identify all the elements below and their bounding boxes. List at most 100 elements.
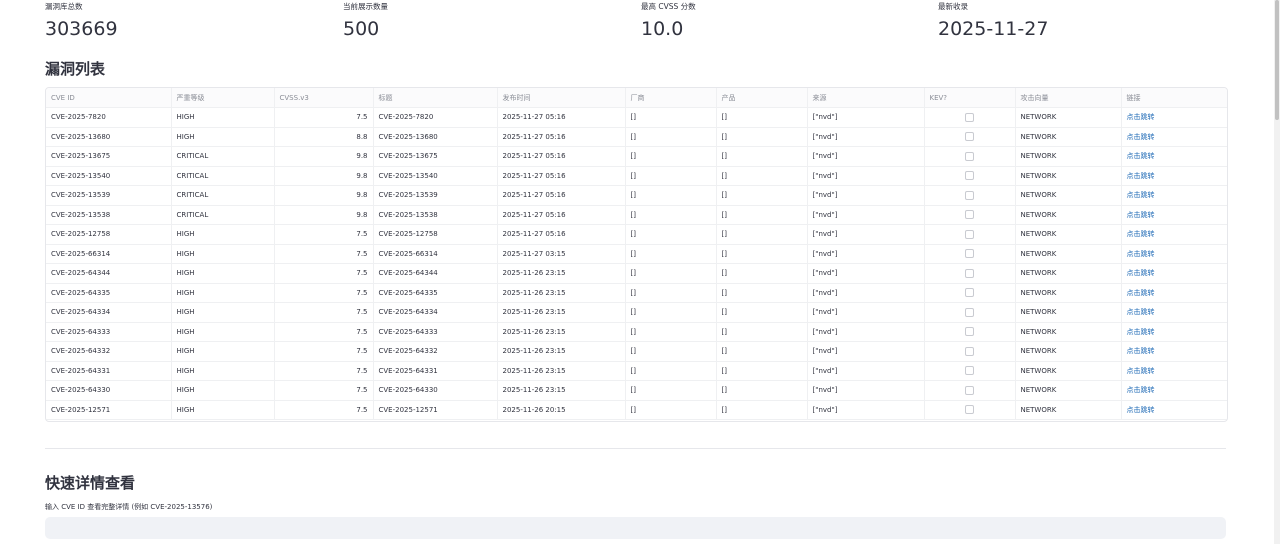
kev-checkbox[interactable] <box>965 366 974 376</box>
cell-product: [] <box>716 283 808 303</box>
table-row[interactable]: CVE-2025-13675 CRITICAL 9.8 CVE-2025-13675 2… <box>46 146 1227 167</box>
cell-cvss: 9.8 <box>274 185 374 206</box>
kev-checkbox[interactable] <box>965 385 974 395</box>
col-header-cvss[interactable]: CVSS.v3 <box>274 88 374 108</box>
cell-cve-id: CVE-2025-13538 <box>46 205 172 225</box>
cell-vector: NETWORK <box>1015 322 1122 342</box>
kev-checkbox[interactable] <box>965 288 974 298</box>
detail-link[interactable]: 点击跳转 <box>1127 230 1155 238</box>
kev-checkbox[interactable] <box>965 190 974 200</box>
detail-link[interactable]: 点击跳转 <box>1127 250 1155 258</box>
cell-vendor: [] <box>625 185 717 206</box>
cell-link: 点击跳转 <box>1121 400 1227 420</box>
table-row[interactable]: CVE-2025-7820 HIGH 7.5 CVE-2025-7820 2025-11… <box>46 107 1227 128</box>
cell-source: ["nvd"] <box>807 400 925 420</box>
cell-link: 点击跳转 <box>1121 205 1227 225</box>
col-header-published[interactable]: 发布时间 <box>497 88 626 108</box>
kev-checkbox[interactable] <box>965 112 974 122</box>
detail-link[interactable]: 点击跳转 <box>1127 347 1155 355</box>
col-header-product[interactable]: 产品 <box>716 88 808 108</box>
table-row[interactable]: CVE-2025-64335 HIGH 7.5 CVE-2025-64335 2025-… <box>46 283 1227 303</box>
table-row[interactable]: CVE-2025-64331 HIGH 7.5 CVE-2025-64331 2025-… <box>46 361 1227 381</box>
detail-link[interactable]: 点击跳转 <box>1127 172 1155 180</box>
col-header-severity[interactable]: 严重等级 <box>171 88 275 108</box>
page-scrollbar[interactable] <box>1274 0 1280 544</box>
col-header-link[interactable]: 链接 <box>1121 88 1227 108</box>
detail-link[interactable]: 点击跳转 <box>1127 269 1155 277</box>
kev-checkbox[interactable] <box>965 132 974 142</box>
cell-source: ["nvd"] <box>807 107 925 128</box>
cell-link: 点击跳转 <box>1121 127 1227 147</box>
table-row[interactable]: CVE-2025-64330 HIGH 7.5 CVE-2025-64330 2025-… <box>46 380 1227 401</box>
detail-link[interactable]: 点击跳转 <box>1127 328 1155 336</box>
table-row[interactable]: CVE-2025-13539 CRITICAL 9.8 CVE-2025-13539 2… <box>46 185 1227 206</box>
detail-link[interactable]: 点击跳转 <box>1127 367 1155 375</box>
cell-product: [] <box>716 361 808 381</box>
detail-link[interactable]: 点击跳转 <box>1127 211 1155 219</box>
scrollbar-thumb[interactable] <box>1275 0 1279 120</box>
detail-link[interactable]: 点击跳转 <box>1127 308 1155 316</box>
quick-detail-title: 快速详情查看 <box>45 474 136 492</box>
col-header-vendor[interactable]: 厂商 <box>625 88 717 108</box>
cell-cve-id: CVE-2025-13539 <box>46 185 172 206</box>
table-row[interactable]: CVE-2025-13540 CRITICAL 9.8 CVE-2025-13540 2… <box>46 166 1227 186</box>
detail-link[interactable]: 点击跳转 <box>1127 133 1155 141</box>
kev-checkbox[interactable] <box>965 405 974 415</box>
cell-cve-id: CVE-2025-7820 <box>46 107 172 128</box>
cell-kev <box>924 302 1016 323</box>
col-header-vector[interactable]: 攻击向量 <box>1015 88 1122 108</box>
kev-checkbox[interactable] <box>965 307 974 317</box>
detail-link[interactable]: 点击跳转 <box>1127 406 1155 414</box>
table-row[interactable]: CVE-2025-12758 HIGH 7.5 CVE-2025-12758 2025-… <box>46 224 1227 245</box>
table-row[interactable]: CVE-2025-12571 HIGH 7.5 CVE-2025-12571 2025-… <box>46 400 1227 420</box>
table-row[interactable]: CVE-2025-13680 HIGH 8.8 CVE-2025-13680 2025-… <box>46 127 1227 147</box>
table-row[interactable]: CVE-2025-66314 HIGH 7.5 CVE-2025-66314 2025-… <box>46 244 1227 264</box>
col-header-kev[interactable]: KEV? <box>924 88 1016 108</box>
table-row[interactable]: CVE-2025-64334 HIGH 7.5 CVE-2025-64334 2025-… <box>46 302 1227 323</box>
cell-published: 2025-11-27 05:16 <box>497 185 626 206</box>
cell-vendor: [] <box>625 127 717 147</box>
section-divider <box>45 448 1226 449</box>
cell-link: 点击跳转 <box>1121 341 1227 362</box>
detail-link[interactable]: 点击跳转 <box>1127 113 1155 121</box>
cell-vector: NETWORK <box>1015 166 1122 186</box>
cell-vector: NETWORK <box>1015 205 1122 225</box>
table-row[interactable]: CVE-2025-64332 HIGH 7.5 CVE-2025-64332 2025-… <box>46 341 1227 362</box>
col-header-title[interactable]: 标题 <box>373 88 498 108</box>
cell-product: [] <box>716 302 808 323</box>
cell-severity: HIGH <box>171 127 275 147</box>
kev-checkbox[interactable] <box>965 229 974 239</box>
col-header-cve-id[interactable]: CVE ID <box>46 88 172 108</box>
kev-checkbox[interactable] <box>965 210 974 220</box>
cell-vendor: [] <box>625 341 717 362</box>
metric-latest-label: 最新收录 <box>938 2 968 11</box>
cell-cve-id: CVE-2025-12571 <box>46 400 172 420</box>
detail-link[interactable]: 点击跳转 <box>1127 386 1155 394</box>
table-row[interactable]: CVE-2025-64333 HIGH 7.5 CVE-2025-64333 2025-… <box>46 322 1227 342</box>
kev-checkbox[interactable] <box>965 346 974 356</box>
detail-link[interactable]: 点击跳转 <box>1127 191 1155 199</box>
cell-title: CVE-2025-64333 <box>373 322 498 342</box>
table-row[interactable]: CVE-2025-64344 HIGH 7.5 CVE-2025-64344 2025-… <box>46 263 1227 284</box>
cell-title: CVE-2025-64334 <box>373 302 498 323</box>
kev-checkbox[interactable] <box>965 268 974 278</box>
cell-kev <box>924 380 1016 401</box>
cell-severity: HIGH <box>171 263 275 284</box>
cell-kev <box>924 263 1016 284</box>
kev-checkbox[interactable] <box>965 327 974 337</box>
vuln-table[interactable]: CVE ID 严重等级 CVSS.v3 标题 发布时间 厂商 产品 来源 KEV… <box>45 87 1228 422</box>
cell-published: 2025-11-27 05:16 <box>497 146 626 167</box>
kev-checkbox[interactable] <box>965 171 974 181</box>
cell-product: [] <box>716 380 808 401</box>
cve-id-input[interactable] <box>45 517 1226 539</box>
cell-link: 点击跳转 <box>1121 107 1227 128</box>
detail-link[interactable]: 点击跳转 <box>1127 289 1155 297</box>
table-row[interactable]: CVE-2025-13538 CRITICAL 9.8 CVE-2025-13538 2… <box>46 205 1227 225</box>
cell-cve-id: CVE-2025-64344 <box>46 263 172 284</box>
metric-max-cvss-value: 10.0 <box>641 18 684 40</box>
cell-published: 2025-11-27 05:16 <box>497 127 626 147</box>
detail-link[interactable]: 点击跳转 <box>1127 152 1155 160</box>
col-header-source[interactable]: 来源 <box>807 88 925 108</box>
kev-checkbox[interactable] <box>965 151 974 161</box>
kev-checkbox[interactable] <box>965 249 974 259</box>
